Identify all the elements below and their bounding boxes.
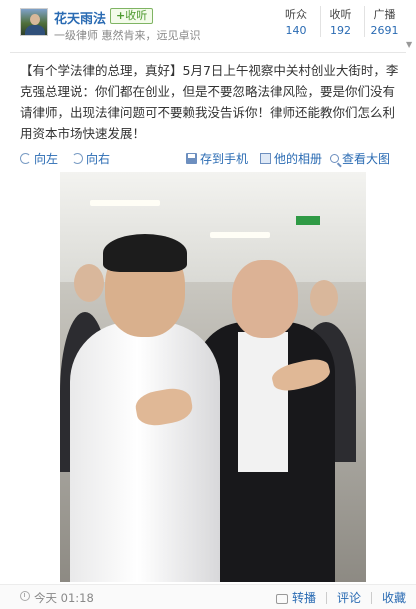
favorite-button[interactable]: 收藏 xyxy=(382,589,406,606)
rotate-right-label: 向右 xyxy=(86,152,111,166)
avatar-body xyxy=(25,25,45,35)
follow-button[interactable]: +收听 xyxy=(110,8,154,24)
stat-label: 广播 xyxy=(373,8,396,21)
save-to-phone-label: 存到手机 xyxy=(200,152,249,166)
stat-listeners[interactable]: 听众 140 xyxy=(276,6,316,37)
follow-button-label: 收听 xyxy=(125,9,148,22)
clock-icon xyxy=(20,591,30,601)
post-text: 【有个学法律的总理，真好】5月7日上午视察中关村创业大街时，李克强总理说：你们都… xyxy=(20,63,399,141)
photo-man-shirt xyxy=(238,332,288,472)
avatar-face xyxy=(30,14,40,25)
stat-label: 收听 xyxy=(329,8,352,21)
album-icon xyxy=(260,153,271,164)
stat-value: 192 xyxy=(330,24,351,37)
stat-value: 2691 xyxy=(370,24,399,37)
post-time: 今天 01:18 xyxy=(34,591,94,605)
view-large-label: 查看大图 xyxy=(342,152,391,166)
repost-icon xyxy=(275,593,288,604)
rotate-right-button[interactable]: 向右 xyxy=(72,150,110,167)
action-divider xyxy=(325,591,327,604)
plus-icon: + xyxy=(116,9,126,22)
user-avatar[interactable] xyxy=(20,8,48,36)
rotate-right-icon xyxy=(72,153,83,164)
stat-broadcasts[interactable]: 广播 2691 xyxy=(364,6,404,37)
photo-main-man-hair xyxy=(103,234,187,272)
scroll-down-icon[interactable]: ▼ xyxy=(406,40,414,49)
image-toolbar: 向左 向右 存到手机 他的相册 查看大图 xyxy=(20,148,400,170)
header-divider xyxy=(10,52,406,53)
post-header: 花天雨法 +收听 一级律师 惠然肯来，远见卓识 听众 140 收听 192 广播… xyxy=(0,0,416,49)
photo-man-head xyxy=(232,260,298,338)
stat-value: 140 xyxy=(285,24,307,37)
user-description: 一级律师 惠然肯来，远见卓识 xyxy=(54,29,201,42)
phone-save-icon xyxy=(186,153,197,164)
repost-button[interactable]: 转播 xyxy=(292,589,316,606)
magnifier-icon xyxy=(330,154,339,163)
photo-ceiling-light xyxy=(90,200,160,206)
post-photo[interactable] xyxy=(60,172,366,582)
post-footer: 今天 01:18 转播 评论 收藏 xyxy=(0,584,416,609)
rotate-left-label: 向左 xyxy=(34,152,59,166)
photo-bg-head xyxy=(310,280,338,316)
rotate-left-button[interactable]: 向左 xyxy=(20,150,58,167)
comment-button[interactable]: 评论 xyxy=(337,589,361,606)
user-stats: 听众 140 收听 192 广播 2691 xyxy=(272,6,404,37)
photo-bg-head xyxy=(74,264,104,302)
photo-main-man-shirt xyxy=(70,322,220,582)
stat-following[interactable]: 收听 192 xyxy=(320,6,360,37)
his-album-button[interactable]: 他的相册 xyxy=(260,150,322,167)
photo-ceiling-light xyxy=(210,232,270,238)
photo-exit-sign xyxy=(296,216,320,225)
action-divider xyxy=(370,591,372,604)
view-large-button[interactable]: 查看大图 xyxy=(330,150,390,167)
post-actions: 转播 评论 收藏 xyxy=(275,589,406,606)
rotate-left-icon xyxy=(20,153,31,164)
his-album-label: 他的相册 xyxy=(274,152,323,166)
save-to-phone-button[interactable]: 存到手机 xyxy=(186,150,248,167)
user-name-link[interactable]: 花天雨法 xyxy=(54,8,106,27)
stat-label: 听众 xyxy=(285,8,307,21)
